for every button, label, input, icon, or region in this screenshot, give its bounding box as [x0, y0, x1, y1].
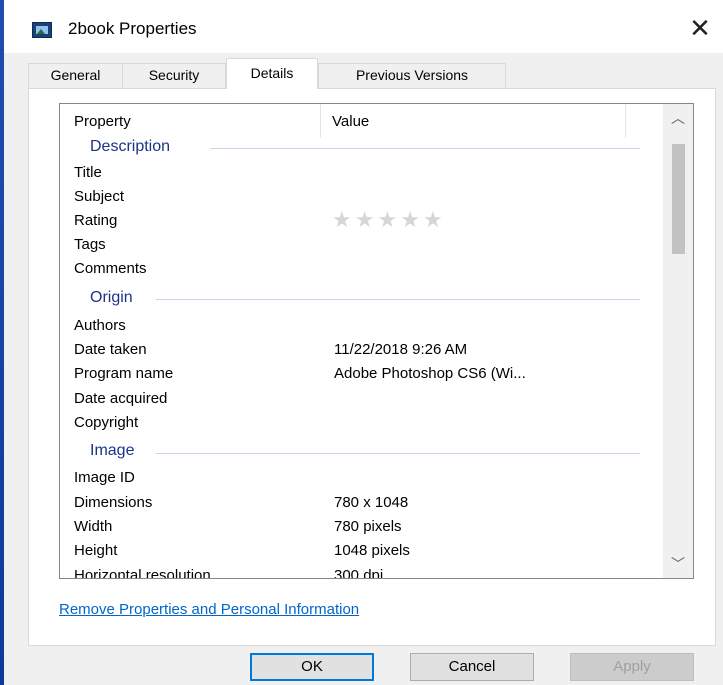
property-name: Rating [74, 212, 118, 229]
row-authors[interactable]: Authors [60, 315, 660, 339]
group-image: Image [90, 442, 143, 460]
apply-button[interactable]: Apply [570, 653, 694, 681]
tab-details[interactable]: Details [226, 58, 318, 89]
star-icon[interactable]: ★ [400, 208, 420, 232]
property-name: Copyright [74, 414, 139, 431]
property-name: Date acquired [74, 390, 168, 407]
row-copyright[interactable]: Copyright [60, 412, 660, 436]
rating-stars[interactable]: ★ ★ ★ ★ ★ [332, 208, 446, 232]
scrollbar-thumb[interactable] [672, 144, 685, 254]
group-origin: Origin [90, 289, 141, 307]
column-header: Property Value [60, 104, 660, 138]
row-comments[interactable]: Comments [60, 258, 660, 282]
tab-previous-versions[interactable]: Previous Versions [318, 63, 506, 88]
tab-security[interactable]: Security [122, 63, 226, 88]
property-name: Subject [74, 188, 125, 205]
property-name: Dimensions [74, 494, 153, 511]
property-value[interactable]: 1048 pixels [334, 542, 410, 559]
row-image-id[interactable]: Image ID [60, 467, 660, 491]
row-program-name[interactable]: Program name Adobe Photoshop CS6 (Wi... [60, 363, 660, 387]
property-name: Title [74, 164, 102, 181]
star-icon[interactable]: ★ [423, 208, 443, 232]
property-name: Image ID [74, 469, 135, 486]
column-divider[interactable] [625, 104, 626, 138]
row-title[interactable]: Title [60, 162, 660, 186]
close-button[interactable]: ✕ [677, 5, 723, 53]
tab-strip: General Security Details Previous Versio… [28, 58, 708, 89]
row-date-taken[interactable]: Date taken 11/22/2018 9:26 AM [60, 339, 660, 363]
row-tags[interactable]: Tags [60, 234, 660, 258]
star-icon[interactable]: ★ [377, 208, 397, 232]
group-divider [156, 299, 640, 300]
image-file-icon [32, 22, 52, 38]
row-horizontal-resolution[interactable]: Horizontal resolution 300 dpi [60, 565, 660, 579]
property-name: Date taken [74, 341, 147, 358]
property-name: Width [74, 518, 113, 535]
property-name: Comments [74, 260, 147, 277]
property-value[interactable]: 780 pixels [334, 518, 402, 535]
property-value[interactable]: 780 x 1048 [334, 494, 408, 511]
column-property[interactable]: Property [74, 113, 131, 130]
tab-general[interactable]: General [28, 63, 123, 88]
property-name: Program name [74, 365, 174, 382]
group-divider [156, 453, 640, 454]
chevron-down-icon[interactable]: ﹀ [663, 550, 693, 578]
property-name: Height [74, 542, 118, 559]
property-value[interactable]: Adobe Photoshop CS6 (Wi... [334, 365, 526, 382]
chevron-up-icon[interactable]: ︿ [663, 104, 693, 132]
remove-properties-link[interactable]: Remove Properties and Personal Informati… [59, 601, 359, 618]
ok-button[interactable]: OK [250, 653, 374, 681]
row-dimensions[interactable]: Dimensions 780 x 1048 [60, 492, 660, 516]
property-list[interactable]: Property Value Description Title Subject… [59, 103, 694, 579]
property-value[interactable]: 300 dpi [334, 567, 383, 578]
property-value[interactable]: 11/22/2018 9:26 AM [334, 341, 467, 358]
row-date-acquired[interactable]: Date acquired [60, 388, 660, 412]
group-divider [210, 148, 640, 149]
row-width[interactable]: Width 780 pixels [60, 516, 660, 540]
row-rating[interactable]: Rating ★ ★ ★ ★ ★ [60, 208, 660, 234]
group-description: Description [90, 138, 179, 156]
star-icon[interactable]: ★ [332, 208, 352, 232]
window-title: 2book Properties [68, 19, 197, 38]
column-value[interactable]: Value [332, 113, 369, 130]
property-name: Authors [74, 317, 126, 334]
cancel-button[interactable]: Cancel [410, 653, 534, 681]
details-tab-panel: Property Value Description Title Subject… [28, 88, 716, 646]
vertical-scrollbar[interactable]: ︿ ﹀ [663, 104, 693, 578]
property-name: Horizontal resolution [74, 567, 211, 579]
star-icon[interactable]: ★ [355, 208, 375, 232]
column-divider[interactable] [320, 104, 321, 138]
row-height[interactable]: Height 1048 pixels [60, 540, 660, 564]
title-bar[interactable]: 2book Properties ✕ [4, 5, 723, 53]
property-name: Tags [74, 236, 106, 253]
properties-dialog: 2book Properties ✕ General Security Deta… [4, 5, 723, 685]
